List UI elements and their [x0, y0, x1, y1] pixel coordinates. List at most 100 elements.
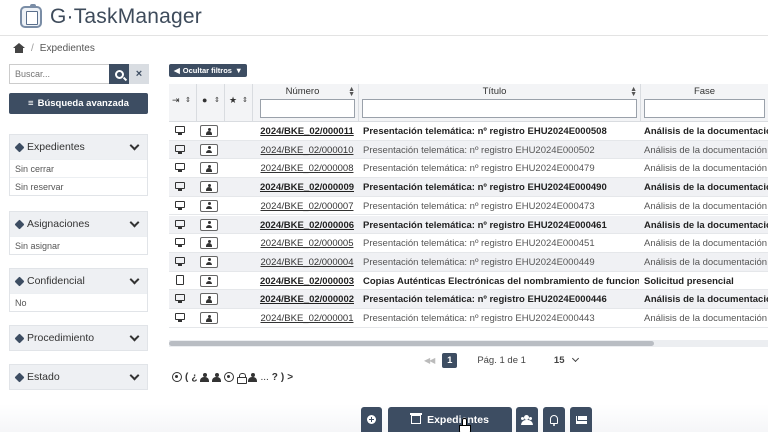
search-button[interactable] [109, 64, 129, 84]
messages-button[interactable] [570, 407, 592, 432]
row-device-cell [175, 182, 186, 192]
facet-procedimiento-header[interactable]: Procedimiento [10, 326, 147, 350]
row-fase: Análisis de la documentación [644, 256, 768, 268]
row-user-button[interactable] [200, 181, 218, 194]
row-numero-link[interactable]: 2024/BKE_02/000009 [257, 182, 357, 193]
tag-icon [14, 372, 25, 382]
table-row[interactable]: 2024/BKE_02/000011 Presentación telemátic… [169, 122, 768, 141]
numero-filter-input[interactable] [260, 99, 355, 118]
table-row[interactable]: 2024/BKE_02/000004 Presentación telemátic… [169, 252, 768, 272]
home-icon[interactable] [13, 43, 25, 53]
table-row[interactable]: 2024/BKE_02/000001 Presentación telemátic… [169, 309, 768, 328]
notifications-button[interactable] [543, 407, 565, 432]
filter-icon: ▼ [234, 66, 243, 75]
table-row[interactable]: 2024/BKE_02/000010 Presentación telemátic… [169, 140, 768, 160]
sort-icon: ⇕ [214, 97, 220, 104]
monitor-icon [175, 163, 185, 173]
lifebuoy-icon[interactable] [172, 372, 182, 382]
lock-icon[interactable] [237, 372, 248, 384]
clear-search-button[interactable]: × [129, 64, 149, 84]
expedientes-button[interactable]: Expedientes [388, 407, 512, 432]
facet-item-no[interactable]: No [10, 293, 147, 311]
user-icon [206, 295, 212, 303]
row-user-button[interactable] [200, 199, 218, 212]
facet-item-sin-reservar[interactable]: Sin reservar [10, 177, 147, 195]
current-page-button[interactable]: 1 [442, 352, 458, 368]
row-fase: Análisis de la documentación [644, 200, 768, 212]
facet-estado-header[interactable]: Estado [10, 365, 147, 389]
row-numero-link[interactable]: 2024/BKE_02/000005 [257, 238, 357, 249]
column-user[interactable]: ● ⇕ [197, 84, 225, 122]
row-user-button[interactable] [200, 162, 218, 175]
chevron-down-icon [129, 274, 140, 284]
hide-filters-button[interactable]: ◀ Ocultar filtros ▼ [169, 64, 248, 77]
add-button[interactable] [361, 407, 382, 432]
row-user-button[interactable] [200, 237, 218, 250]
facet-title: Asignaciones [27, 218, 90, 230]
row-fase: Análisis de la documentación [644, 219, 768, 231]
horizontal-scrollbar[interactable] [169, 340, 768, 347]
user-outline-icon[interactable] [248, 372, 258, 382]
row-user-button[interactable] [200, 312, 218, 324]
sliders-icon: ≡ [28, 98, 34, 109]
page-size-select[interactable]: 15 [554, 355, 565, 366]
sign-in-icon: ⇥ [172, 95, 180, 105]
advanced-search-button[interactable]: ≡ Búsqueda avanzada [9, 93, 148, 114]
row-numero-link[interactable]: 2024/BKE_02/000002 [257, 294, 357, 305]
row-numero-link[interactable]: 2024/BKE_02/000008 [257, 163, 357, 174]
row-user-button[interactable] [200, 125, 218, 137]
table-row[interactable]: 2024/BKE_02/000007 Presentación telemátic… [169, 197, 768, 216]
groups-button[interactable] [516, 407, 538, 432]
column-fase[interactable]: Fase [641, 84, 768, 122]
table-header: ⇥ ⇕ ● ⇕ ★ ⇕ Número ▲ ▼ Título ▲ ▼ Fase [169, 84, 768, 122]
column-favorite[interactable]: ★ ⇕ [225, 84, 253, 122]
table-row[interactable]: 2024/BKE_02/000009 Presentación telemátic… [169, 178, 768, 197]
row-user-button[interactable] [200, 274, 218, 287]
row-user-button[interactable] [200, 218, 218, 231]
column-numero[interactable]: Número ▲ ▼ [257, 84, 359, 122]
facet-item-sin-cerrar[interactable]: Sin cerrar [10, 159, 147, 177]
table-row[interactable]: 2024/BKE_02/000003 Copias Auténticas Elec… [169, 272, 768, 291]
row-user-button[interactable] [200, 143, 218, 156]
chevron-down-icon[interactable] [571, 354, 579, 363]
row-titulo: Presentación telemática: nº registro EHU… [363, 144, 595, 156]
facet-confidencial-header[interactable]: Confidencial [10, 269, 147, 293]
table-row[interactable]: 2024/BKE_02/000006 Presentación telemátic… [169, 215, 768, 235]
row-numero-link[interactable]: 2024/BKE_02/000004 [257, 257, 357, 268]
titulo-filter-input[interactable] [362, 99, 637, 118]
row-numero-link[interactable]: 2024/BKE_02/000006 [257, 220, 357, 231]
table-row[interactable]: 2024/BKE_02/000005 Presentación telemátic… [169, 234, 768, 253]
chevron-right-icon[interactable]: > [287, 372, 293, 383]
row-numero-link[interactable]: 2024/BKE_02/000007 [257, 201, 357, 212]
plus-circle-icon [367, 415, 376, 424]
table-row[interactable]: 2024/BKE_02/000002 Presentación telemátic… [169, 290, 768, 309]
row-user-button[interactable] [200, 255, 218, 268]
user-icon[interactable] [200, 372, 210, 382]
facet-asignaciones-header[interactable]: Asignaciones [10, 212, 147, 236]
breadcrumb-separator: / [31, 42, 34, 54]
chevron-down-icon [129, 140, 140, 150]
search-input[interactable] [9, 64, 109, 84]
app-title: G·TaskManager [50, 5, 202, 28]
user-icon [206, 146, 212, 154]
prev-page-icon[interactable]: ◀◀ [424, 356, 435, 365]
user-circle-icon[interactable] [224, 372, 235, 382]
row-user-button[interactable] [200, 293, 218, 306]
row-numero-link[interactable]: 2024/BKE_02/000001 [257, 313, 357, 324]
monitor-icon [175, 144, 185, 154]
scrollbar-thumb[interactable] [169, 341, 654, 346]
column-titulo[interactable]: Título ▲ ▼ [359, 84, 641, 122]
fase-filter-input[interactable] [644, 99, 765, 118]
row-numero-link[interactable]: 2024/BKE_02/000003 [257, 276, 357, 287]
advanced-search-label: Búsqueda avanzada [37, 98, 129, 109]
archive-icon [410, 413, 423, 424]
column-fase-label: Fase [693, 86, 716, 97]
row-fase: Análisis de la documentación [644, 294, 768, 306]
facet-expedientes-header[interactable]: Expedientes [10, 135, 147, 159]
column-device[interactable]: ⇥ ⇕ [169, 84, 197, 122]
facet-item-sin-asignar[interactable]: Sin asignar [10, 236, 147, 254]
row-numero-link[interactable]: 2024/BKE_02/000011 [257, 126, 357, 137]
table-row[interactable]: 2024/BKE_02/000008 Presentación telemátic… [169, 159, 768, 179]
row-numero-link[interactable]: 2024/BKE_02/000010 [257, 145, 357, 156]
users-icon[interactable] [212, 372, 222, 382]
